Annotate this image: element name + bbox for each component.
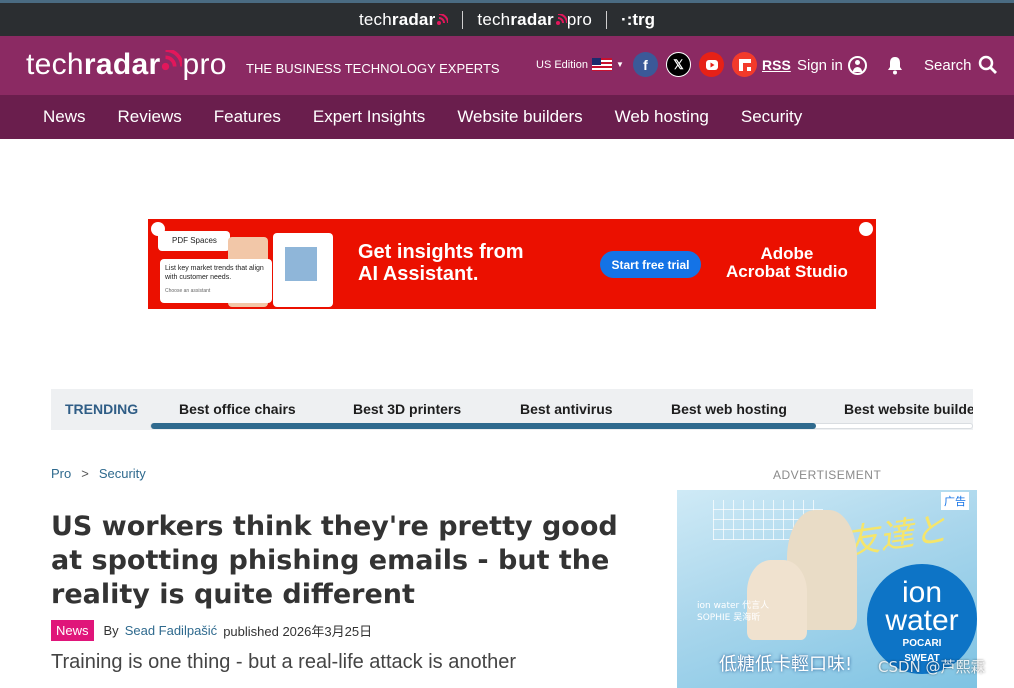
edition-selector[interactable]: US Edition ▼ — [536, 58, 624, 71]
trg-network-link[interactable]: ·:trg — [621, 10, 655, 30]
search-icon — [978, 55, 997, 74]
x-twitter-icon[interactable]: 𝕏 — [666, 52, 691, 77]
trending-scrollbar[interactable] — [150, 423, 973, 429]
edition-label: US Edition — [536, 58, 588, 71]
search-label: Search — [924, 56, 972, 74]
breadcrumb: Pro > Security — [51, 466, 146, 481]
adobe-brand-logo: Adobe Acrobat Studio — [726, 244, 848, 281]
trending-label: TRENDING — [65, 401, 139, 417]
ad-headline: Get insights from AI Assistant. — [358, 241, 524, 285]
ad-choices-icon[interactable] — [859, 222, 873, 236]
divider — [606, 10, 608, 29]
ad-slogan: 友達と — [843, 509, 950, 563]
adobe-ad-banner[interactable]: PDF Spaces List key market trends that a… — [148, 219, 876, 309]
caret-down-icon: ▼ — [615, 60, 624, 69]
ad-mock-panel — [273, 233, 333, 307]
site-header: techradar pro THE BUSINESS TECHNOLOGY EXP… — [0, 36, 1014, 95]
techradar-network-link[interactable]: techradar — [359, 10, 449, 30]
techradar-pro-network-link[interactable]: techradar pro — [477, 10, 592, 30]
author-link[interactable]: Sead Fadilpašić — [125, 623, 218, 638]
nav-web-hosting[interactable]: Web hosting — [615, 107, 709, 127]
main-navigation: News Reviews Features Expert Insights We… — [0, 95, 1014, 139]
rss-link[interactable]: RSS — [762, 57, 791, 73]
bell-icon[interactable] — [886, 56, 904, 75]
flipboard-icon[interactable] — [732, 52, 757, 77]
network-bar: techradar techradar pro ·:trg — [0, 0, 1014, 36]
article-byline: News By Sead Fadilpašić published 2026年3… — [51, 620, 372, 641]
nav-website-builders[interactable]: Website builders — [457, 107, 582, 127]
trending-scrollbar-thumb[interactable] — [151, 423, 816, 429]
trending-item[interactable]: Best antivirus — [520, 401, 613, 417]
breadcrumb-separator: > — [81, 466, 89, 481]
byline-by: By — [103, 623, 119, 638]
nav-news[interactable]: News — [43, 107, 86, 127]
watermark: CSDN @芦熙霖 — [878, 658, 986, 676]
radar-icon — [555, 13, 567, 25]
social-links: f 𝕏 — [633, 52, 757, 77]
radar-icon — [437, 13, 449, 25]
breadcrumb-pro[interactable]: Pro — [51, 466, 71, 481]
ad-product-mockup: PDF Spaces List key market trends that a… — [158, 227, 348, 307]
search-button[interactable]: Search — [924, 55, 998, 75]
nav-security[interactable]: Security — [741, 107, 802, 127]
breadcrumb-security[interactable]: Security — [99, 466, 146, 481]
user-icon — [847, 56, 867, 75]
article-standfirst: Training is one thing - but a real-life … — [51, 651, 517, 673]
divider — [462, 10, 464, 29]
trending-item[interactable]: Best web hosting — [671, 401, 787, 417]
radar-icon — [162, 48, 185, 71]
ad-mock-prompt: List key market trends that align with c… — [160, 259, 272, 303]
advertisement-label: ADVERTISEMENT — [773, 468, 882, 482]
sign-in-label: Sign in — [797, 57, 843, 74]
site-logo[interactable]: techradar pro — [26, 48, 227, 82]
ad-spokesperson-text: ion water 代言人 SOPHIE 吴海昕 — [697, 601, 770, 623]
sign-in-button[interactable]: Sign in — [797, 56, 867, 75]
ad-mock-assistant-select: Choose an assistant — [165, 288, 211, 294]
trending-bar: TRENDING Best office chairs Best 3D prin… — [51, 389, 973, 430]
ad-mock-header: PDF Spaces — [158, 231, 230, 251]
nav-features[interactable]: Features — [214, 107, 281, 127]
trending-item[interactable]: Best 3D printers — [353, 401, 461, 417]
youtube-icon[interactable] — [699, 52, 724, 77]
ad-bottom-slogan: 低糖低卡輕口味! — [719, 654, 853, 675]
us-flag-icon — [591, 58, 612, 71]
nav-reviews[interactable]: Reviews — [118, 107, 182, 127]
category-tag[interactable]: News — [51, 620, 94, 641]
facebook-icon[interactable]: f — [633, 52, 658, 77]
published-date: published 2026年3月25日 — [223, 624, 373, 639]
start-free-trial-button[interactable]: Start free trial — [600, 251, 701, 278]
trending-item[interactable]: Best office chairs — [179, 401, 296, 417]
ad-mock-jeans — [285, 247, 317, 281]
site-tagline: THE BUSINESS TECHNOLOGY EXPERTS — [246, 61, 500, 76]
nav-expert-insights[interactable]: Expert Insights — [313, 107, 425, 127]
ad-tag[interactable]: 广告 — [941, 492, 969, 510]
trending-item[interactable]: Best website builde — [844, 401, 973, 417]
article-title: US workers think they're pretty good at … — [51, 511, 618, 610]
